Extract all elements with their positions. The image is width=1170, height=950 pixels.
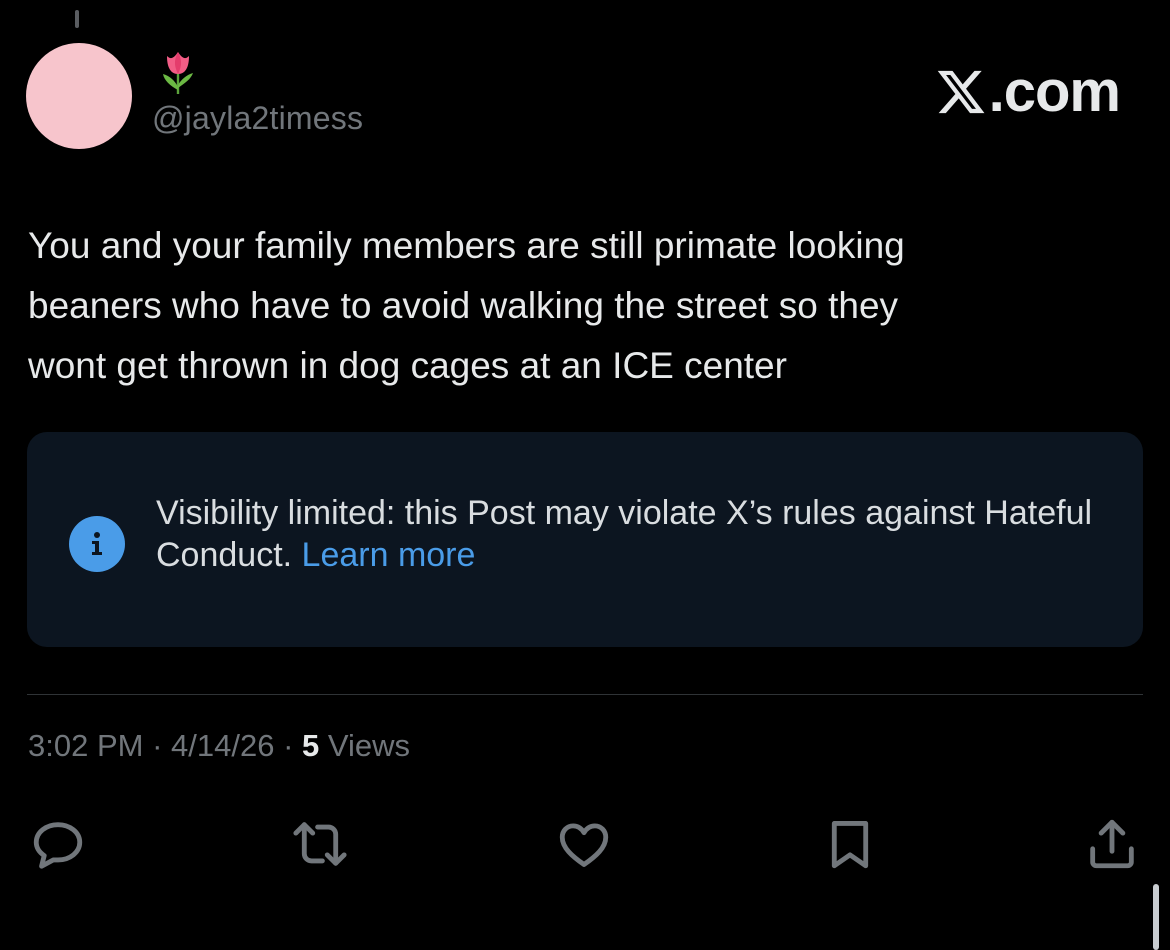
bookmark-icon [831,821,869,869]
notice-text: Visibility limited: this Post may violat… [156,492,1106,576]
notice-message: Visibility limited: this Post may violat… [156,494,1093,574]
scrollbar-thumb[interactable] [1153,884,1159,950]
reply-icon [33,822,83,869]
learn-more-link[interactable]: Learn more [302,536,476,574]
post-time[interactable]: 3:02 PM [28,728,143,763]
top-divider-tick [75,10,79,28]
info-icon [69,516,125,572]
share-icon [1090,819,1134,869]
action-bar [0,812,1170,876]
brand-suffix: .com [988,59,1121,124]
post-date[interactable]: 4/14/26 [171,728,274,763]
author-handle[interactable]: @jayla2timess [152,100,363,137]
like-icon [559,823,609,867]
repost-button[interactable] [288,812,352,876]
meta-separator: · [152,728,163,763]
divider [27,694,1143,695]
post-text: You and your family members are still pr… [28,225,905,386]
meta-separator: · [283,728,294,763]
views-count: 5 [302,728,320,763]
x-logo-icon [937,70,985,113]
post-meta: 3:02 PM · 4/14/26 · 5 Views [28,728,410,764]
visibility-notice: Visibility limited: this Post may violat… [27,432,1143,647]
reply-button[interactable] [26,812,90,876]
bookmark-button[interactable] [818,812,882,876]
like-button[interactable] [552,812,616,876]
share-button[interactable] [1080,812,1144,876]
tulip-emoji-icon [163,52,193,94]
avatar[interactable] [26,43,132,149]
views-label: Views [327,728,411,763]
repost-icon [293,822,347,866]
brand-watermark: .com [935,58,1121,125]
